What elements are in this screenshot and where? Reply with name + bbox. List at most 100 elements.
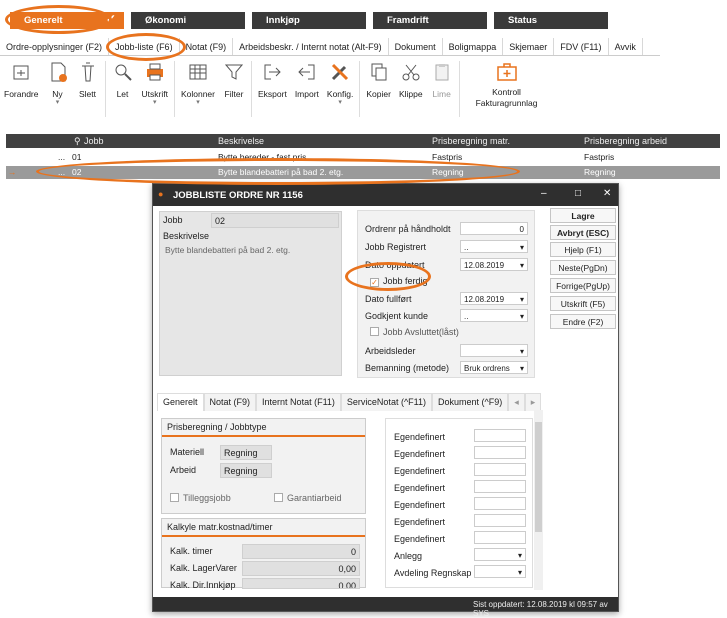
- nav-okonomi[interactable]: Økonomi: [131, 12, 245, 29]
- chevron-down-icon: ▾: [519, 261, 524, 270]
- fullfort-field[interactable]: 12.08.2019 ▾: [460, 292, 528, 305]
- tab-arbeidsbeskr[interactable]: Arbeidsbeskr. / Internt notat (Alt-F9): [233, 38, 389, 55]
- jobb-ferdig-checkbox[interactable]: ✓ Jobb ferdig: [370, 276, 428, 287]
- chevron-down-icon: ▾: [519, 243, 524, 252]
- eksport-button[interactable]: Eksport: [254, 57, 291, 127]
- tab-notat[interactable]: Notat (F9): [203, 393, 257, 411]
- let-button[interactable]: Let: [108, 57, 138, 127]
- trash-icon: [77, 61, 99, 83]
- registrert-field[interactable]: .. ▾: [460, 240, 528, 253]
- forandre-button[interactable]: Forandre: [0, 57, 43, 127]
- egendefinert-field-2[interactable]: [474, 446, 526, 459]
- ellipsis-icon[interactable]: ...: [58, 167, 65, 177]
- job-info-box: Jobb 02 Beskrivelse Bytte blandebatteri …: [159, 211, 342, 376]
- arbeid-field[interactable]: Regning: [220, 463, 272, 478]
- beskrivelse-textarea[interactable]: Bytte blandebatteri på bad 2. etg.: [162, 242, 339, 372]
- hjelp-button[interactable]: Hjelp (F1): [550, 242, 616, 257]
- jobb-field[interactable]: 02: [211, 213, 339, 228]
- egendefinert-field-5[interactable]: [474, 497, 526, 510]
- tools-icon: [329, 61, 351, 83]
- column-header-beskrivelse[interactable]: Beskrivelse: [218, 136, 264, 146]
- tab-notat[interactable]: Notat (F9): [180, 38, 234, 55]
- kopier-button[interactable]: Kopier: [362, 57, 395, 127]
- konfig-button[interactable]: Konfig. ▾: [323, 57, 357, 127]
- endre-button[interactable]: Endre (F2): [550, 314, 616, 329]
- tab-servicenotat[interactable]: ServiceNotat (^F11): [340, 393, 433, 411]
- kolonner-button[interactable]: Kolonner ▾: [177, 57, 219, 127]
- close-icon[interactable]: ✕: [603, 188, 611, 199]
- filter-button[interactable]: Filter: [219, 57, 249, 127]
- chevron-down-icon: ▾: [519, 347, 524, 356]
- utskrift-button[interactable]: Utskrift ▾: [138, 57, 172, 127]
- scrollbar-thumb[interactable]: [535, 422, 542, 532]
- bemanning-field[interactable]: Bruk ordrens ▾: [460, 361, 528, 374]
- lime-button[interactable]: Lime: [427, 57, 457, 127]
- avdeling-field[interactable]: ▾: [474, 565, 526, 578]
- egendefinert-field-4[interactable]: [474, 480, 526, 493]
- utskrift-button[interactable]: Utskrift (F5): [550, 296, 616, 311]
- egendefinert-field-3[interactable]: [474, 463, 526, 476]
- nav-innkjop[interactable]: Innkjøp: [252, 12, 366, 29]
- check-icon: ✓: [105, 12, 116, 26]
- table-row-selected[interactable]: → ... 02 Bytte blandebatteri på bad 2. e…: [6, 166, 720, 179]
- klippe-button[interactable]: Klippe: [395, 57, 427, 127]
- lagre-button[interactable]: Lagre: [550, 208, 616, 223]
- tab-fdv[interactable]: FDV (F11): [554, 38, 609, 55]
- neste-button[interactable]: Neste(PgDn): [550, 260, 616, 275]
- import-button[interactable]: Import: [291, 57, 323, 127]
- slett-button[interactable]: Slett: [73, 57, 103, 127]
- printer-icon: [144, 61, 166, 83]
- first-aid-kit-icon: [496, 61, 518, 83]
- kalk-lagervarer-field[interactable]: 0,00: [242, 561, 360, 576]
- ribbon-toolbar: Forandre Ny ▾ Slett Let Utskrift ▾ Kolonne…: [0, 57, 550, 127]
- tab-dokument[interactable]: Dokument: [389, 38, 443, 55]
- nav-framdrift[interactable]: Framdrift: [373, 12, 487, 29]
- tab-scroll-right-icon[interactable]: ▸: [524, 393, 542, 411]
- prisberegning-section: Prisberegning / Jobbtype Materiell Regni…: [161, 418, 366, 514]
- forrige-button[interactable]: Forrige(PgUp): [550, 278, 616, 293]
- status-bar: Sist oppdatert: 12.08.2019 kl 09:57 av S…: [153, 597, 618, 618]
- kontroll-fakturagrunnlag-button[interactable]: Kontroll Fakturagrunnlag: [462, 57, 548, 127]
- nav-status[interactable]: Status: [494, 12, 608, 29]
- tab-boligmappa[interactable]: Boligmappa: [443, 38, 504, 55]
- materiell-field[interactable]: Regning: [220, 445, 272, 460]
- anlegg-field[interactable]: ▾: [474, 548, 526, 561]
- tab-skjemaer[interactable]: Skjemaer: [503, 38, 555, 55]
- nav-generelt[interactable]: Generelt ✓: [10, 12, 124, 29]
- kalk-timer-field[interactable]: 0: [242, 544, 360, 559]
- tab-jobb-liste[interactable]: Jobb-liste (F6): [109, 38, 180, 55]
- grid-header: ⚲ Jobb Beskrivelse Prisberegning matr. P…: [6, 134, 720, 148]
- tab-generelt[interactable]: Generelt: [157, 393, 204, 411]
- avsluttet-checkbox[interactable]: Jobb Avsluttet(låst): [370, 327, 459, 337]
- tab-ordre-opplysninger[interactable]: Ordre-opplysninger (F2): [0, 38, 110, 55]
- import-icon: [296, 61, 318, 83]
- maximize-icon[interactable]: □: [575, 188, 581, 199]
- tab-dokument[interactable]: Dokument (^F9): [432, 393, 509, 411]
- egendefinert-field-1[interactable]: [474, 429, 526, 442]
- table-row[interactable]: ... 01 Bytte bereder - fast pris Fastpri…: [6, 151, 720, 164]
- kalkyle-section: Kalkyle matr.kostnad/timer Kalk. timer 0…: [161, 518, 366, 590]
- tab-avvik[interactable]: Avvik: [609, 38, 643, 55]
- egendefinert-field-7[interactable]: [474, 531, 526, 544]
- godkjent-field[interactable]: .. ▾: [460, 309, 528, 322]
- avbryt-button[interactable]: Avbryt (ESC): [550, 225, 616, 240]
- vertical-scrollbar[interactable]: [534, 410, 543, 590]
- oppdatert-field[interactable]: 12.08.2019 ▾: [460, 258, 528, 271]
- egendefinert-field-6[interactable]: [474, 514, 526, 527]
- tilleggsjobb-checkbox[interactable]: Tilleggsjobb: [170, 493, 231, 503]
- ellipsis-icon[interactable]: ...: [58, 152, 65, 162]
- tab-scroll-left-icon[interactable]: ◂: [508, 393, 525, 411]
- kalk-dirinnkjop-field[interactable]: 0,00: [242, 578, 360, 589]
- garantiarbeid-checkbox[interactable]: Garantiarbeid: [274, 493, 342, 503]
- arbeidsleder-field[interactable]: ▾: [460, 344, 528, 357]
- ordrenr-field[interactable]: 0: [460, 222, 528, 235]
- column-header-jobb[interactable]: Jobb: [84, 136, 104, 146]
- ny-button[interactable]: Ny ▾: [43, 57, 73, 127]
- column-header-matr[interactable]: Prisberegning matr.: [432, 136, 510, 146]
- search-icon: [112, 61, 134, 83]
- column-header-arbeid[interactable]: Prisberegning arbeid: [584, 136, 667, 146]
- minimize-icon[interactable]: –: [541, 188, 547, 199]
- order-tabs: Ordre-opplysninger (F2) Jobb-liste (F6) …: [0, 38, 660, 56]
- filter-icon: [223, 61, 245, 83]
- tab-internt-notat[interactable]: Internt Notat (F11): [256, 393, 341, 411]
